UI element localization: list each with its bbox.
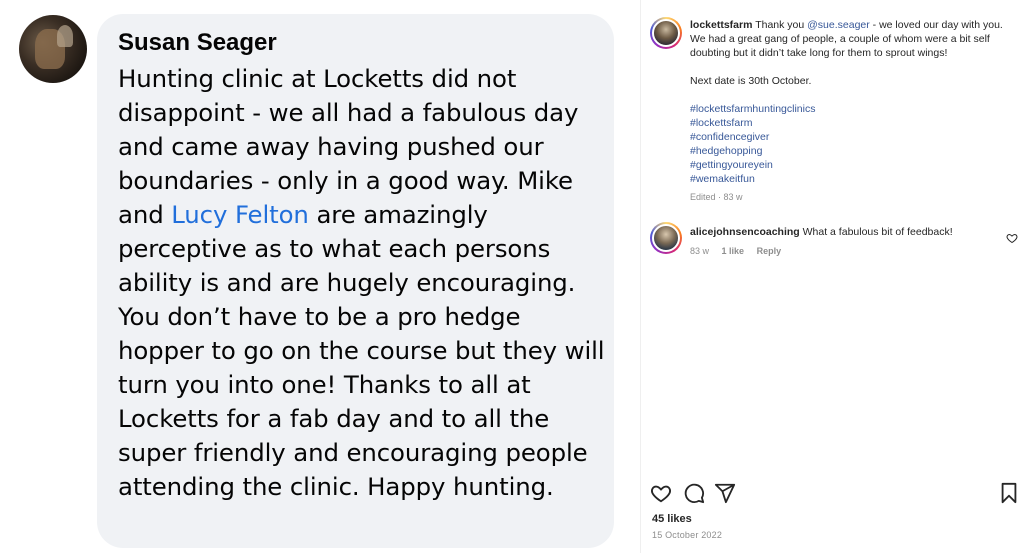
hashtag-link[interactable]: #gettingyoureyein (690, 158, 1010, 172)
hashtag-link[interactable]: #wemakeitfun (690, 172, 1010, 186)
bookmark-icon[interactable] (998, 482, 1020, 504)
comment-time: 83 w (690, 246, 710, 256)
comment-text: What a fabulous bit of feedback! (802, 226, 953, 238)
post-author-avatar[interactable] (650, 17, 682, 49)
review-text: Hunting clinic at Locketts did not disap… (118, 64, 605, 501)
next-date-text: Next date is 30th October. (690, 75, 812, 87)
post-author-username[interactable]: lockettsfarm (690, 19, 752, 31)
post-likes-count[interactable]: 45 likes (652, 513, 692, 525)
share-icon[interactable] (714, 482, 736, 504)
review-mention: Lucy Felton (171, 200, 309, 229)
comment-meta: 83 w 1 like Reply (690, 244, 1010, 258)
facebook-review-image: Susan Seager Hunting clinic at Locketts … (0, 0, 640, 553)
heart-icon[interactable] (650, 482, 672, 504)
comment-item: alicejohnsencoaching What a fabulous bit… (690, 225, 1010, 258)
comment-reply-button[interactable]: Reply (757, 246, 782, 256)
commenter-username[interactable]: alicejohnsencoaching (690, 226, 800, 238)
hashtag-link[interactable]: #lockettsfarmhuntingclinics (690, 102, 1010, 116)
caption-mention-link[interactable]: @sue.seager (807, 19, 870, 31)
post-date: 15 October 2022 (652, 530, 723, 540)
hashtag-link[interactable]: #lockettsfarm (690, 116, 1010, 130)
commenter-avatar[interactable] (650, 222, 682, 254)
reviewer-avatar (19, 15, 87, 83)
review-bubble: Susan Seager Hunting clinic at Locketts … (97, 14, 614, 548)
hashtag-link[interactable]: #hedgehopping (690, 144, 1010, 158)
review-author: Susan Seager (118, 29, 277, 56)
caption-edited-meta: Edited · 83 w (690, 192, 743, 202)
post-caption: lockettsfarm Thank you @sue.seager - we … (690, 18, 1010, 204)
hashtag-list: #lockettsfarmhuntingclinics #lockettsfar… (690, 102, 1010, 186)
comment-like-heart-icon[interactable] (1006, 232, 1018, 244)
comment-icon[interactable] (683, 482, 705, 504)
post-action-bar (650, 482, 1020, 504)
hashtag-link[interactable]: #confidencegiver (690, 130, 1010, 144)
comment-likes-count[interactable]: 1 like (722, 246, 745, 256)
